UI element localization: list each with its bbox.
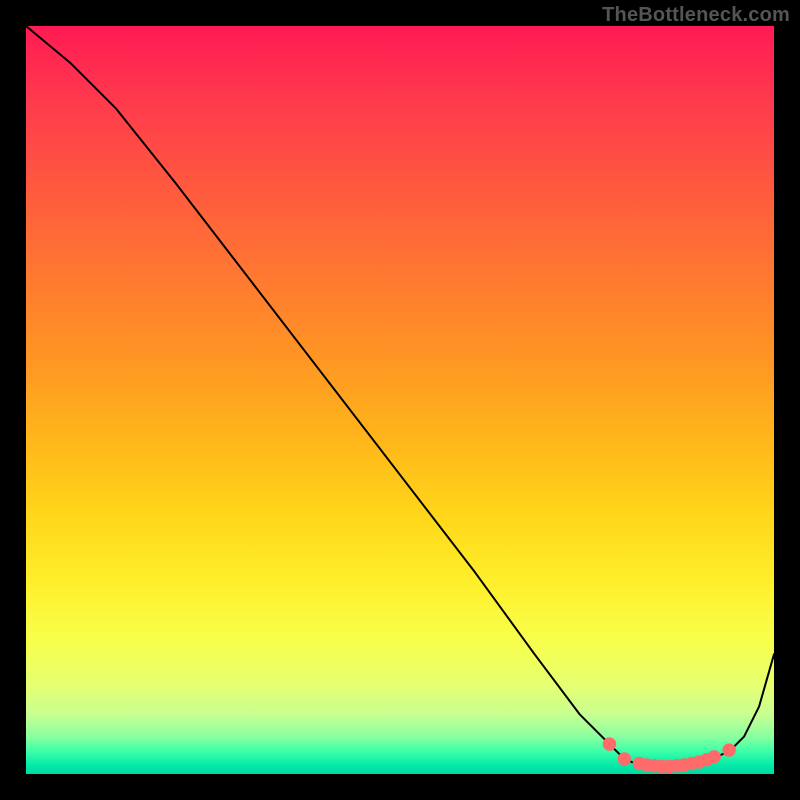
optimal-marker bbox=[603, 737, 616, 750]
optimal-marker bbox=[707, 750, 720, 763]
optimal-range-markers bbox=[603, 737, 736, 773]
chart-svg bbox=[26, 26, 774, 774]
watermark-text: TheBottleneck.com bbox=[602, 4, 790, 27]
optimal-marker bbox=[618, 752, 631, 765]
chart-frame: TheBottleneck.com bbox=[0, 0, 800, 800]
bottleneck-curve bbox=[26, 26, 774, 767]
plot-area bbox=[26, 26, 774, 774]
optimal-marker bbox=[722, 743, 735, 756]
